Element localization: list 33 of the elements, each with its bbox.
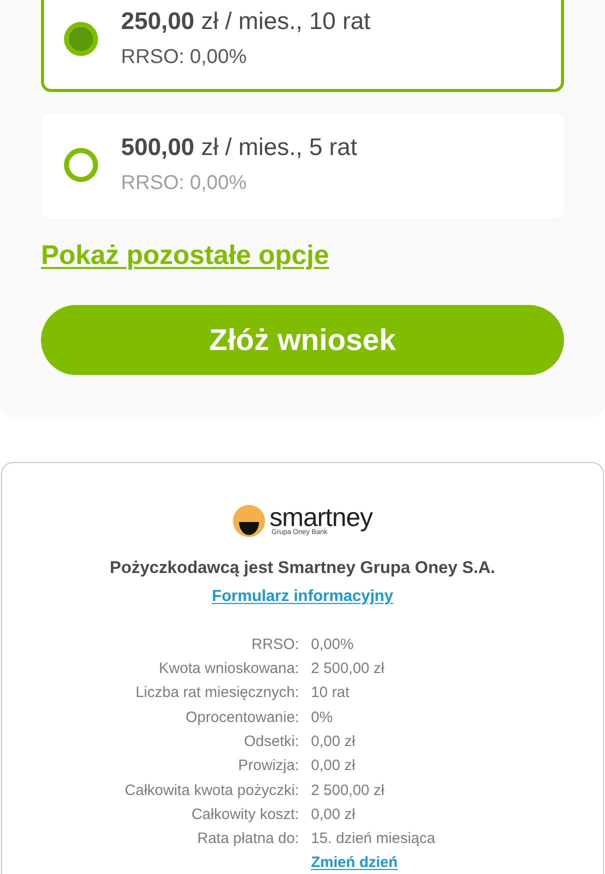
summary-value: 10 rat — [311, 683, 350, 704]
logo-icon — [232, 505, 265, 537]
option-card[interactable]: 500,00 zł / mies., 5 rat RRSO: 0,00% — [41, 114, 564, 218]
lender-statement: Pożyczkodawcą jest Smartney Grupa Oney S.A. — [110, 557, 496, 579]
option-card[interactable]: 250,00 zł / mies., 10 rat RRSO: 0,00% — [41, 0, 564, 92]
rrso-text: RRSO: 0,00% — [121, 171, 248, 196]
show-more-options-link[interactable]: Pokaż pozostałe opcje — [41, 237, 330, 273]
installment-amount: 500,00 zł / mies., 5 rat — [121, 133, 358, 163]
summary-value: 0,00% — [311, 634, 354, 655]
summary-label: Odsetki: — [242, 732, 299, 752]
summary-label: Liczba rat miesięcznych: — [134, 683, 299, 704]
summary-label: Oprocentowanie: — [184, 708, 299, 728]
logo-wordmark: smartney — [270, 505, 372, 529]
rrso-text: RRSO: 0,00% — [121, 45, 248, 70]
change-day-link[interactable]: Zmień dzień — [311, 852, 398, 874]
summary-label: Rata płatna do: — [196, 829, 299, 850]
radio-button[interactable] — [64, 22, 98, 56]
summary-value: 15. dzień miesiąca — [311, 829, 436, 850]
summary-label: Całkowity koszt: — [190, 804, 299, 825]
summary-label: Całkowita kwota pożyczki: — [124, 780, 299, 801]
summary-label: Kwota wnioskowana: — [158, 659, 299, 680]
summary-value: 2 500,00 zł — [311, 659, 384, 680]
summary-value: 0% — [311, 708, 333, 728]
submit-application-button[interactable]: Złóż wniosek — [41, 305, 564, 375]
summary-value: 2 500,00 zł — [311, 780, 384, 801]
summary-value: 0,00 zł — [311, 756, 356, 776]
installment-amount: 250,00 zł / mies., 10 rat — [121, 7, 370, 37]
summary-label: RRSO: — [250, 634, 299, 655]
summary-value: 0,00 zł — [311, 732, 356, 752]
radio-button[interactable] — [64, 148, 98, 182]
summary-value: 0,00 zł — [311, 804, 356, 825]
information-form-link[interactable]: Formularz informacyjny — [212, 585, 394, 609]
summary-label: Prowizja: — [237, 756, 299, 776]
